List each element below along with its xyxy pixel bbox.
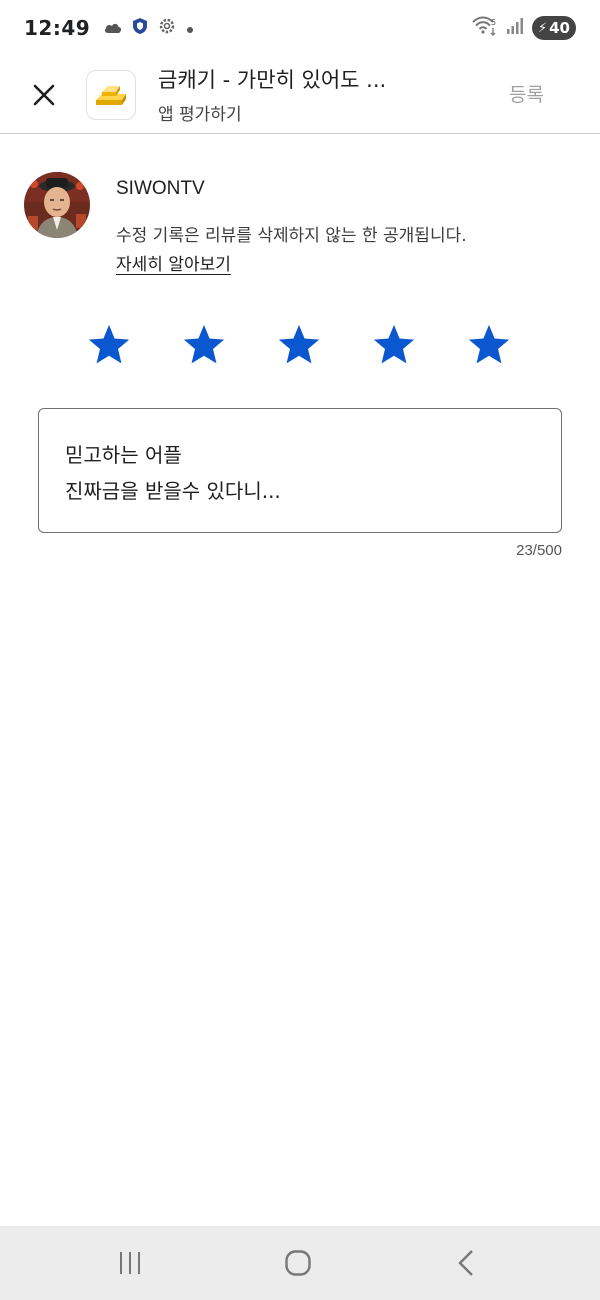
- star-4[interactable]: [371, 322, 417, 368]
- status-bar: 12:49 5 ⚡ 40: [0, 0, 600, 56]
- shield-icon: [132, 17, 148, 39]
- cloud-icon: [104, 19, 122, 38]
- star-rating: [0, 322, 600, 372]
- system-icons: 5 ⚡ 40: [472, 16, 576, 40]
- signal-icon: [506, 17, 524, 39]
- recent-apps-icon: [120, 1252, 140, 1274]
- app-icon: [86, 69, 136, 120]
- home-icon: [285, 1250, 311, 1276]
- status-time: 12:49: [24, 16, 91, 40]
- public-notice: 수정 기록은 리뷰를 삭제하지 않는 한 공개됩니다.: [116, 226, 467, 246]
- gold-bars-icon: [96, 85, 126, 105]
- back-icon: [458, 1250, 473, 1276]
- star-2[interactable]: [181, 322, 227, 368]
- review-text-field[interactable]: 믿고하는 어플 진짜금을 받을수 있다니...: [38, 408, 562, 533]
- review-line-1: 믿고하는 어플: [65, 443, 182, 467]
- close-button[interactable]: [20, 71, 68, 119]
- app-header: 금캐기 - 가만히 있어도 ... 앱 평가하기 등록: [0, 56, 600, 134]
- battery-level: 40: [549, 19, 570, 37]
- wifi-icon: 5: [472, 16, 498, 40]
- home-button[interactable]: [268, 1240, 328, 1286]
- character-counter: 23/500: [516, 542, 562, 559]
- battery-icon: ⚡ 40: [532, 16, 576, 40]
- star-3[interactable]: [276, 322, 322, 368]
- dot-icon: [186, 19, 194, 38]
- avatar: [24, 172, 90, 238]
- notification-icons: [104, 17, 194, 39]
- review-line-2: 진짜금을 받을수 있다니...: [65, 479, 281, 503]
- page-subtitle: 앱 평가하기: [158, 105, 242, 125]
- star-1[interactable]: [86, 322, 132, 368]
- reviewer-profile: SIWONTV 수정 기록은 리뷰를 삭제하지 않는 한 공개됩니다. 자세히 …: [24, 172, 584, 275]
- submit-button[interactable]: 등록: [509, 80, 544, 107]
- svg-text:5: 5: [491, 18, 496, 27]
- recent-apps-button[interactable]: [100, 1240, 160, 1286]
- user-name: SIWONTV: [116, 178, 205, 199]
- star-5[interactable]: [466, 322, 512, 368]
- app-title: 금캐기 - 가만히 있어도 ...: [158, 68, 387, 92]
- system-navigation-bar: [0, 1226, 600, 1300]
- gear-icon: [158, 17, 176, 39]
- charging-bolt-icon: ⚡: [537, 20, 548, 36]
- learn-more-link[interactable]: 자세히 알아보기: [116, 250, 231, 275]
- close-icon: [33, 84, 55, 105]
- profile-text: SIWONTV 수정 기록은 리뷰를 삭제하지 않는 한 공개됩니다. 자세히 …: [116, 178, 467, 275]
- back-button[interactable]: [436, 1240, 496, 1286]
- header-text: 금캐기 - 가만히 있어도 ... 앱 평가하기: [158, 64, 438, 125]
